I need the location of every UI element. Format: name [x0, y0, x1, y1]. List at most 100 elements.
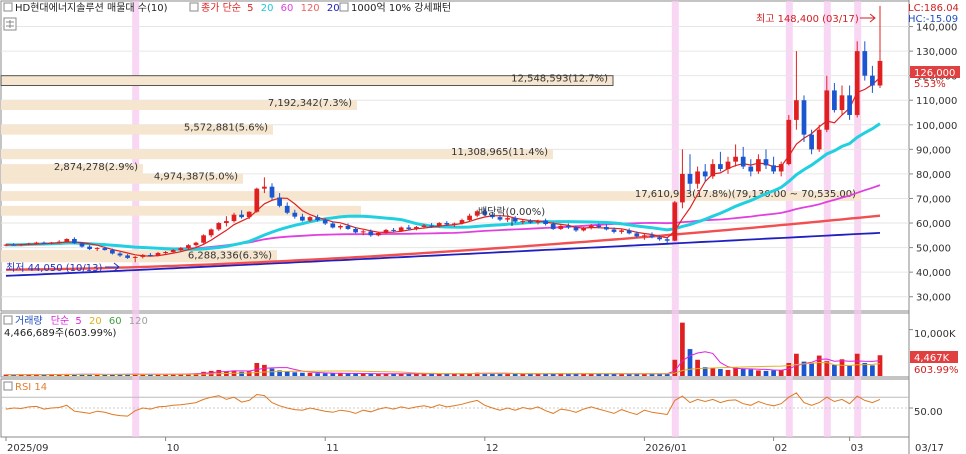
- volume-profile-label: 4,974,387(5.0%): [154, 172, 238, 183]
- volume-bar: [262, 364, 267, 376]
- volume-bar: [512, 373, 518, 376]
- volume-bar: [695, 359, 700, 376]
- x-axis-label: 12: [486, 443, 499, 454]
- volume-profile-label: 17,610,923(17.8%)(79,130.00 ~ 70,535.00): [635, 189, 856, 200]
- volume-bar: [322, 373, 328, 376]
- candle-body: [839, 95, 845, 111]
- rsi-title: RSI 14: [15, 382, 47, 393]
- candle-body: [748, 166, 754, 172]
- x-axis-labels: 2025/09 10 11 12 2026/01 02 03 03/17: [5, 437, 944, 454]
- candle-body: [360, 231, 366, 233]
- rsi-axis-tick: 50.00: [914, 407, 943, 418]
- candle-body: [642, 235, 647, 237]
- volume-bar: [756, 370, 761, 376]
- candle-body: [110, 250, 115, 254]
- candle-body: [444, 223, 450, 225]
- candle-body: [687, 173, 693, 184]
- candle-body: [421, 225, 427, 227]
- volume-ma-60: 60: [109, 316, 122, 327]
- x-axis-label: 03: [851, 443, 864, 454]
- vp-checkbox[interactable]: [339, 2, 349, 12]
- candle-body: [528, 221, 533, 223]
- candle-body: [406, 227, 412, 229]
- candle-body: [604, 226, 609, 230]
- volume-bar: [307, 372, 313, 376]
- candle-body: [41, 242, 47, 244]
- candle-body: [231, 214, 237, 222]
- candle-body: [246, 211, 252, 218]
- volume-bar: [718, 369, 723, 376]
- candle-body: [535, 220, 541, 223]
- x-axis-label: 03/17: [915, 443, 944, 454]
- candle-body: [239, 214, 244, 218]
- volume-bar: [870, 365, 875, 376]
- candle-body: [870, 75, 875, 86]
- candle-body: [18, 244, 24, 246]
- volume-bar: [771, 370, 776, 376]
- candle-body: [786, 119, 792, 165]
- volume-bar: [740, 368, 746, 376]
- volume-bar: [338, 373, 343, 376]
- candle-body: [436, 223, 442, 227]
- candle-body: [847, 95, 852, 115]
- volume-profile-label: 12,548,593(12.7%): [511, 74, 608, 85]
- candle-body: [170, 250, 176, 253]
- candle-body: [664, 239, 670, 241]
- volume-bar: [300, 372, 305, 376]
- candle-body: [224, 221, 229, 224]
- candle-body: [11, 244, 16, 246]
- candle-body: [345, 225, 351, 229]
- candle-body: [862, 51, 868, 76]
- price-tick-label: 100,000: [916, 121, 957, 132]
- candle-body: [794, 100, 799, 120]
- candle-body: [56, 241, 62, 243]
- volume-bar: [816, 355, 822, 376]
- candle-body: [300, 216, 305, 221]
- ma-label: 종가 단순: [201, 2, 241, 14]
- candle-body: [505, 218, 510, 220]
- hc-label: HC:-15.09: [908, 14, 958, 25]
- candle-body: [816, 129, 822, 150]
- price-tick-label: 110,000: [916, 96, 957, 107]
- candle-body: [596, 225, 602, 227]
- candle-body: [771, 165, 776, 172]
- rsi-checkbox[interactable]: [3, 381, 13, 391]
- low-annotation: 최저 44,050 (10/13): [6, 262, 102, 274]
- candle-body: [558, 225, 564, 229]
- volume-profile-label: 2,874,278(2.9%): [54, 162, 138, 173]
- candle-body: [619, 230, 624, 232]
- candle-body: [391, 229, 396, 231]
- candle-body: [376, 232, 381, 236]
- candle-body: [649, 235, 655, 238]
- ma-checkbox[interactable]: [189, 2, 199, 12]
- volume-ma-120: 120: [129, 316, 148, 327]
- volume-bar: [315, 373, 320, 376]
- candle-body: [634, 233, 640, 237]
- price-tick-label: 30,000: [916, 293, 951, 304]
- candle-body: [148, 254, 153, 256]
- candle-body: [854, 51, 860, 115]
- volume-current: 4,467K: [914, 353, 950, 364]
- stock-chart[interactable]: 12,548,593(12.7%) 7,192,342(7.3%) 5,572,88…: [0, 0, 966, 454]
- candle-body: [125, 255, 130, 258]
- volume-bar: [847, 365, 852, 376]
- stock-title: HD현대에너지솔루션 매물대 수(10): [15, 2, 168, 14]
- highlight-column-0: [132, 1, 140, 437]
- price-tick-label: 80,000: [916, 170, 951, 181]
- volume-legend: 거래량 단순 5 20 60 120: [15, 315, 148, 327]
- current-price: 126,000: [914, 68, 955, 79]
- volume-ma-label: 단순: [51, 315, 69, 327]
- volume-profile-band: [1, 205, 361, 216]
- header-checkbox[interactable]: [3, 2, 13, 12]
- candle-body: [26, 243, 32, 245]
- volume-bar: [763, 370, 769, 376]
- candle-body: [193, 242, 199, 246]
- volume-checkbox[interactable]: [3, 315, 13, 325]
- candle-body: [64, 239, 70, 242]
- candle-body: [277, 197, 282, 206]
- candle-body: [254, 188, 260, 212]
- ma-period-120: 120: [301, 3, 320, 14]
- candle-body: [72, 239, 77, 244]
- candle-body: [216, 223, 222, 230]
- candle-body: [725, 161, 731, 170]
